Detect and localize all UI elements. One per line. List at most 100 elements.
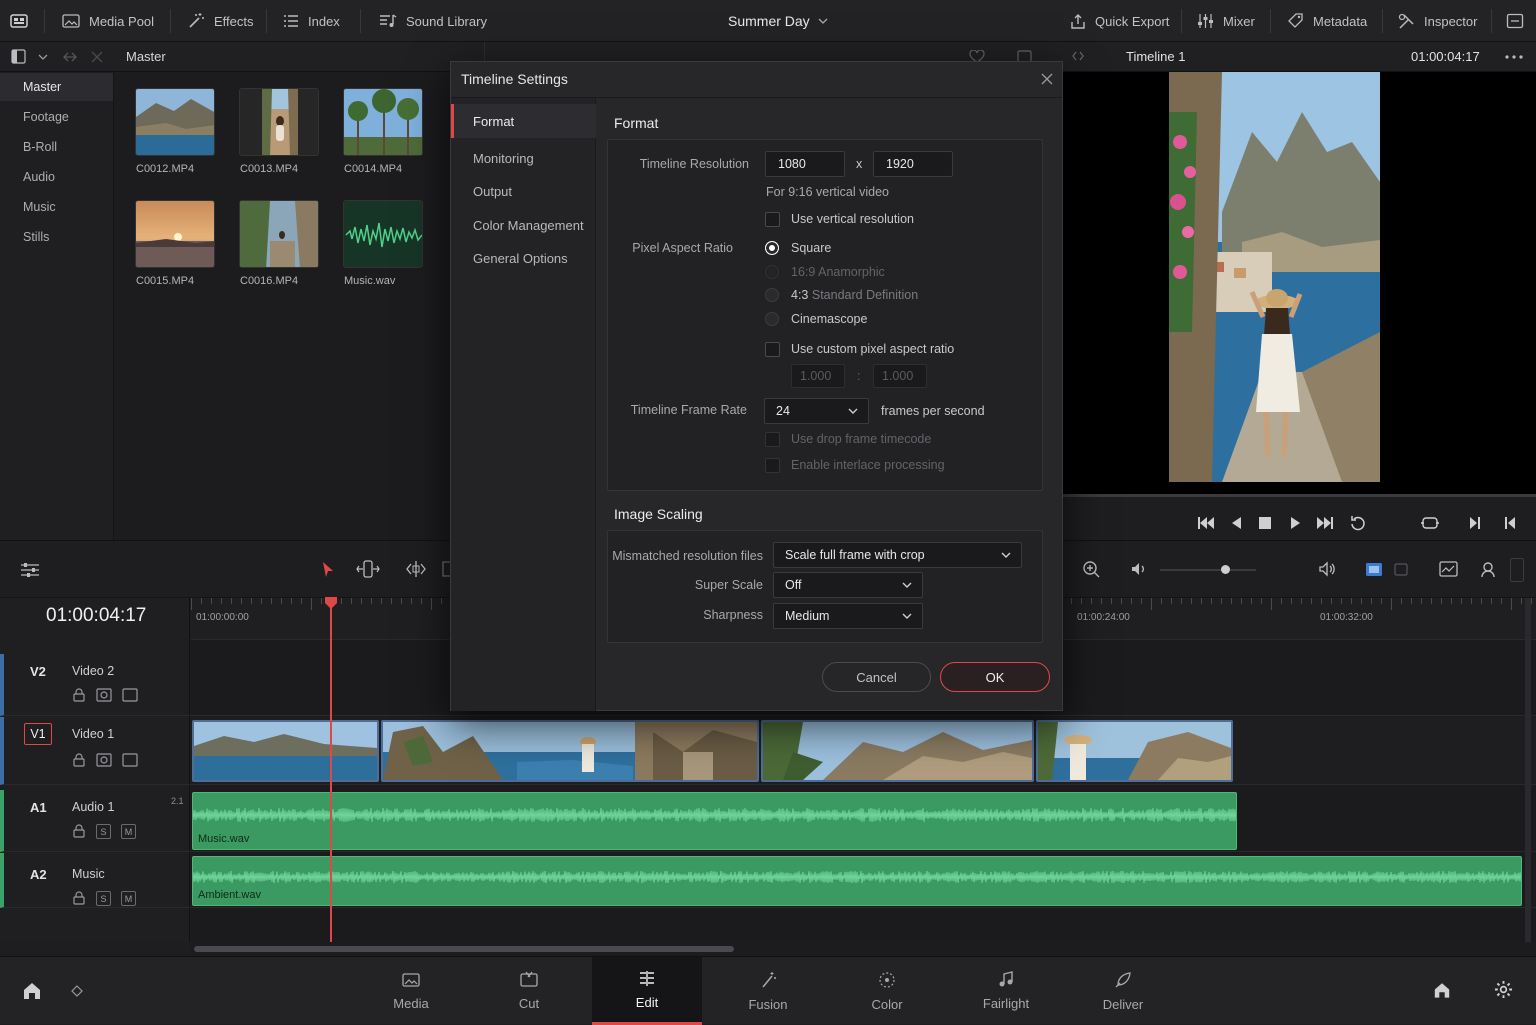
match-frame-button[interactable]	[1421, 516, 1439, 530]
custom-par-checkbox[interactable]	[765, 342, 780, 357]
media-clip-c0016[interactable]: C0016.MP4	[239, 200, 321, 287]
super-scale-dropdown[interactable]: Off	[773, 572, 923, 598]
scrollbar-thumb[interactable]	[194, 946, 734, 952]
mixer-button[interactable]: Mixer	[1197, 0, 1255, 42]
settings-button[interactable]	[1494, 980, 1513, 999]
sound-library-button[interactable]: Sound Library	[379, 0, 487, 42]
settings-nav-format[interactable]: Format	[451, 104, 596, 138]
playhead-handle[interactable]	[324, 596, 338, 610]
resolution-width-input[interactable]: 1080	[765, 151, 845, 177]
metadata-button[interactable]: Metadata	[1287, 0, 1367, 42]
go-to-end-button[interactable]	[1317, 516, 1334, 530]
bin-item-audio[interactable]: Audio	[0, 163, 113, 191]
split-icon[interactable]	[90, 50, 104, 64]
dialog-close-button[interactable]	[1041, 73, 1053, 85]
track-header-a1[interactable]: A1 Audio 1 2.1 S M	[0, 790, 190, 852]
mismatched-resolution-dropdown[interactable]: Scale full frame with crop	[773, 542, 1022, 568]
toggle-bin-list-button[interactable]	[11, 49, 26, 64]
more-options-button[interactable]	[1504, 50, 1524, 64]
timeline-scrollbar[interactable]	[191, 942, 1536, 956]
page-tab-fairlight[interactable]: Fairlight	[973, 957, 1039, 1025]
previous-edit-button[interactable]	[1504, 516, 1516, 530]
par-cinemascope-radio[interactable]	[765, 312, 779, 326]
disable-track-icon[interactable]	[122, 753, 138, 767]
audio-monitor-button[interactable]	[1319, 561, 1337, 577]
link-icon[interactable]	[62, 50, 78, 64]
page-tab-media[interactable]: Media	[381, 957, 441, 1025]
timeline-options-button[interactable]	[20, 562, 40, 578]
solo-button[interactable]: S	[96, 824, 111, 839]
timeline-video-clip[interactable]	[381, 720, 759, 782]
lock-icon[interactable]	[72, 891, 86, 905]
auto-select-icon[interactable]	[96, 688, 112, 702]
vertical-scrollbar[interactable]	[1525, 598, 1531, 942]
disable-track-icon[interactable]	[122, 688, 138, 702]
media-clip-c0012[interactable]: C0012.MP4	[135, 88, 217, 175]
track-header-v1[interactable]: V1 Video 1	[0, 717, 190, 785]
timeline-video-clip[interactable]	[1036, 720, 1233, 782]
next-edit-button[interactable]	[1469, 516, 1481, 530]
lock-icon[interactable]	[72, 824, 86, 838]
settings-nav-output[interactable]: Output	[451, 174, 596, 208]
play-reverse-button[interactable]	[1230, 516, 1242, 530]
track-header-a2[interactable]: A2 Music S M	[0, 853, 190, 908]
page-tab-color[interactable]: Color	[857, 957, 917, 1025]
scopes-button[interactable]	[1439, 561, 1458, 577]
timeline-audio-clip-music[interactable]: Music.wav	[192, 792, 1237, 850]
bin-item-music[interactable]: Music	[0, 193, 113, 221]
track-header-v2[interactable]: V2 Video 2	[0, 654, 190, 716]
effects-button[interactable]: Effects	[187, 0, 254, 42]
page-tab-fusion[interactable]: Fusion	[738, 957, 798, 1025]
audio-track-view-button[interactable]	[1394, 563, 1408, 576]
sharpness-dropdown[interactable]: Medium	[773, 603, 923, 629]
auto-select-icon[interactable]	[96, 753, 112, 767]
zoom-slider-handle[interactable]	[1221, 565, 1230, 574]
par-square-radio[interactable]	[765, 241, 779, 255]
settings-nav-general-options[interactable]: General Options	[451, 241, 596, 275]
viewer-canvas[interactable]	[1062, 72, 1536, 494]
selection-tool-button[interactable]	[322, 561, 334, 578]
timeline-video-clip[interactable]	[761, 720, 1034, 782]
ok-button[interactable]: OK	[940, 662, 1050, 692]
lock-icon[interactable]	[72, 688, 86, 702]
media-clip-c0013[interactable]: C0013.MP4	[239, 88, 321, 175]
timeline-video-clip[interactable]	[192, 720, 379, 782]
page-tab-cut[interactable]: Cut	[503, 957, 555, 1025]
frame-rate-dropdown[interactable]: 24	[764, 398, 869, 424]
page-tab-deliver[interactable]: Deliver	[1093, 957, 1153, 1025]
bin-item-master[interactable]: Master	[0, 73, 113, 101]
loop-button[interactable]	[1349, 515, 1366, 531]
fullscreen-button[interactable]	[1506, 0, 1524, 42]
workspace-menu-button[interactable]	[10, 0, 28, 42]
page-tab-edit[interactable]: Edit	[592, 957, 702, 1025]
par-standard-definition-radio[interactable]	[765, 288, 779, 302]
volume-low-button[interactable]	[1131, 561, 1147, 577]
resolution-height-input[interactable]: 1920	[873, 151, 953, 177]
timeline-audio-clip-ambient[interactable]: Ambient.wav	[192, 856, 1522, 906]
go-to-start-button[interactable]	[1197, 516, 1214, 530]
code-icon[interactable]	[1072, 51, 1084, 61]
video-track-view-button[interactable]	[1365, 562, 1383, 577]
bin-item-footage[interactable]: Footage	[0, 103, 113, 131]
media-clip-c0015[interactable]: C0015.MP4	[135, 200, 217, 287]
bin-options-button[interactable]	[38, 54, 48, 60]
project-title-button[interactable]: Summer Day	[728, 0, 828, 42]
settings-nav-monitoring[interactable]: Monitoring	[451, 141, 596, 175]
keyframe-toggle[interactable]	[71, 985, 83, 997]
media-clip-music[interactable]: Music.wav	[343, 200, 425, 287]
stop-button[interactable]	[1259, 517, 1271, 529]
play-button[interactable]	[1290, 516, 1302, 530]
cancel-button[interactable]: Cancel	[822, 662, 931, 692]
playhead[interactable]	[330, 598, 332, 944]
quick-export-button[interactable]: Quick Export	[1070, 0, 1169, 42]
bin-item-b-roll[interactable]: B-Roll	[0, 133, 113, 161]
destination-track-id[interactable]: V1	[24, 723, 52, 745]
trim-tool-button[interactable]	[356, 560, 380, 578]
panel-collapse-button[interactable]	[1510, 558, 1524, 582]
zoom-slider[interactable]	[1160, 569, 1256, 571]
viewer-scrubber[interactable]	[1062, 494, 1536, 497]
mute-button[interactable]: M	[121, 891, 136, 906]
user-button[interactable]	[1480, 561, 1496, 578]
lock-icon[interactable]	[72, 753, 86, 767]
index-button[interactable]: Index	[283, 0, 340, 42]
